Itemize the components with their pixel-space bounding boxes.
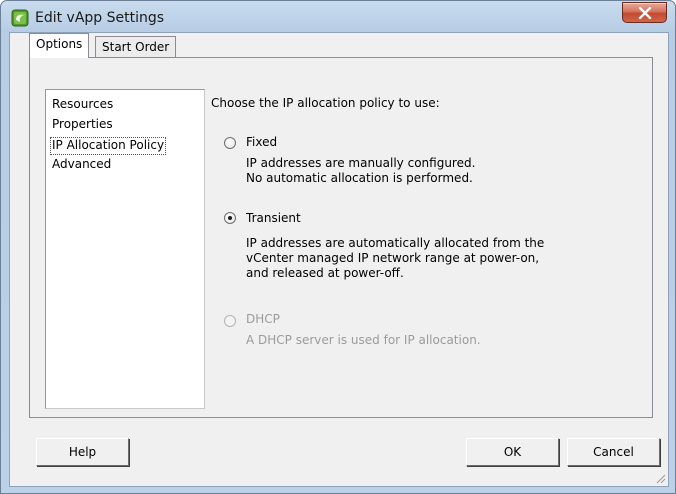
nav-item-resources[interactable]: Resources — [50, 96, 115, 114]
window-title: Edit vApp Settings — [35, 10, 165, 26]
tab-options[interactable]: Options — [29, 33, 90, 58]
ok-button[interactable]: OK — [466, 438, 559, 466]
nav-item-ip-allocation-policy[interactable]: IP Allocation Policy — [50, 137, 167, 155]
nav-item-advanced[interactable]: Advanced — [50, 156, 113, 174]
fixed-radio[interactable] — [224, 137, 236, 149]
dhcp-description: A DHCP server is used for IP allocation. — [246, 333, 481, 347]
help-button[interactable]: Help — [36, 438, 129, 466]
fixed-label[interactable]: Fixed — [246, 135, 277, 149]
close-button[interactable] — [622, 2, 667, 23]
vapp-icon — [11, 9, 29, 27]
transient-description: IP addresses are automatically allocated… — [246, 236, 545, 280]
cancel-button[interactable]: Cancel — [567, 438, 660, 466]
tab-start-order[interactable]: Start Order — [95, 36, 177, 58]
transient-label[interactable]: Transient — [246, 211, 301, 225]
options-nav-list: Resources Properties IP Allocation Polic… — [45, 89, 205, 409]
transient-radio[interactable] — [224, 212, 236, 224]
policy-prompt: Choose the IP allocation policy to use: — [211, 96, 440, 110]
resize-grip-icon[interactable] — [654, 472, 666, 487]
dhcp-radio — [224, 315, 236, 327]
title-bar[interactable]: Edit vApp Settings — [1, 1, 675, 33]
fixed-description: IP addresses are manually configured. No… — [246, 156, 476, 185]
dhcp-label: DHCP — [246, 312, 280, 326]
nav-item-properties[interactable]: Properties — [50, 116, 115, 134]
close-icon — [638, 7, 652, 19]
